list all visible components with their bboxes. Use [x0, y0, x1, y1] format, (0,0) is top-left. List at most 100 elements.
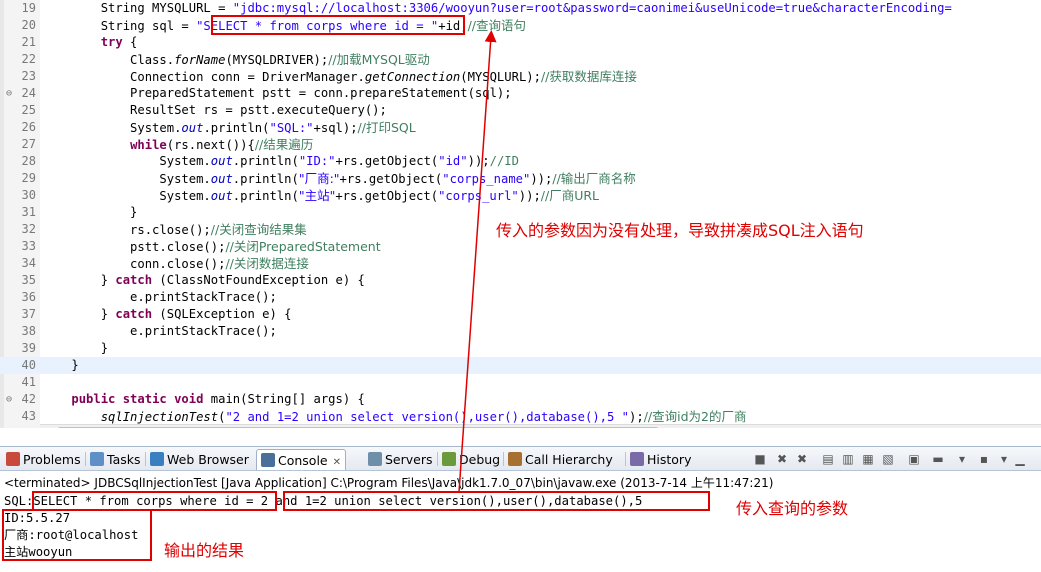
- code-token: e.printStackTrace();: [42, 324, 277, 338]
- line-number: 43: [21, 409, 36, 423]
- code-line[interactable]: 26 System.out.println("SQL:"+sql);//打印SQ…: [0, 119, 1041, 136]
- new-console-icon[interactable]: ▪: [976, 451, 992, 467]
- code-line[interactable]: 34 conn.close();//关闭数据连接: [0, 255, 1041, 272]
- code-line[interactable]: 30 System.out.println("主站"+rs.getObject(…: [0, 187, 1041, 204]
- remove-all-icon[interactable]: ✖: [794, 451, 810, 467]
- sql-string-highlight: [211, 15, 465, 35]
- globe-icon: [150, 452, 164, 466]
- scroll-left-icon[interactable]: ◀: [42, 426, 56, 428]
- history-icon: [630, 452, 644, 466]
- code-line[interactable]: 22 Class.forName(MYSQLDRIVER);//加载MYSQL驱…: [0, 51, 1041, 68]
- code-line[interactable]: 28 System.out.println("ID:"+rs.getObject…: [0, 153, 1041, 170]
- tab-tasks[interactable]: Tasks: [88, 449, 143, 470]
- code-line[interactable]: ⊖ 24 PreparedStatement pstt = conn.prepar…: [0, 85, 1041, 102]
- code-token: }: [42, 307, 116, 321]
- scroll-right-icon[interactable]: ▶: [1025, 426, 1039, 428]
- code-token: catch: [115, 307, 153, 321]
- code-text: } catch (SQLException e) {: [42, 306, 292, 323]
- open-console-icon[interactable]: ▾: [954, 451, 970, 467]
- code-token: (rs.next()){: [166, 138, 255, 152]
- close-tab-icon[interactable]: ✕: [333, 457, 341, 468]
- code-line[interactable]: 40 }: [0, 357, 1041, 374]
- code-token: pstt.close();: [42, 240, 226, 254]
- line-number: 32: [21, 222, 36, 236]
- code-line[interactable]: 43 sqlInjectionTest("2 and 1=2 union sel…: [0, 408, 1041, 425]
- tab-console[interactable]: Console ✕: [256, 449, 347, 470]
- tab-problems[interactable]: Problems: [4, 449, 83, 470]
- clear-console-icon[interactable]: ▤: [820, 451, 836, 467]
- pin-console-icon[interactable]: ▣: [906, 451, 922, 467]
- tab-history[interactable]: History: [628, 449, 693, 470]
- code-token: "ID:": [298, 154, 336, 168]
- minimize-icon[interactable]: ▁: [1012, 451, 1028, 467]
- call-hierarchy-icon: [508, 452, 522, 466]
- code-text: public static void main(String[] args) {: [42, 391, 365, 408]
- view-menu-icon[interactable]: ▾: [996, 451, 1012, 467]
- tab-label: History: [647, 452, 692, 467]
- code-editor[interactable]: 19 String MYSQLURL = "jdbc:mysql://local…: [0, 0, 1041, 428]
- code-text: while(rs.next()){//结果遍历: [42, 136, 313, 154]
- display-console-icon[interactable]: ▬: [930, 451, 946, 467]
- code-line[interactable]: 20 String sql = "SELECT * from corps whe…: [0, 17, 1041, 34]
- remove-launch-icon[interactable]: ✖: [774, 451, 790, 467]
- code-line[interactable]: 35 } catch (ClassNotFoundException e) {: [0, 272, 1041, 289]
- line-number: 24: [21, 86, 36, 100]
- line-number: 27: [21, 137, 36, 151]
- code-line[interactable]: 23 Connection conn = DriverManager.getCo…: [0, 68, 1041, 85]
- code-line[interactable]: ⊖ 42 public static void main(String[] arg…: [0, 391, 1041, 408]
- code-token: //关闭数据连接: [225, 256, 309, 271]
- code-token: "2 and 1=2 union select version(),user()…: [225, 410, 630, 424]
- code-token: //查询语句: [467, 18, 527, 33]
- code-line[interactable]: 39 }: [0, 340, 1041, 357]
- code-token: System.: [42, 189, 211, 203]
- view-tab-bar: Problems Tasks Web Browser Console ✕ Servers D…: [0, 447, 1041, 471]
- code-token: "corps_url": [438, 189, 519, 203]
- code-line[interactable]: 19 String MYSQLURL = "jdbc:mysql://local…: [0, 0, 1041, 17]
- code-line[interactable]: 41: [0, 374, 1041, 391]
- tab-label: Debug: [459, 452, 501, 467]
- code-text: }: [42, 204, 137, 221]
- tab-debug[interactable]: Debug: [440, 449, 502, 470]
- code-token: e.printStackTrace();: [42, 290, 277, 304]
- show-on-output-icon[interactable]: ▦: [860, 451, 876, 467]
- code-token: System.: [42, 121, 182, 135]
- code-line[interactable]: 37 } catch (SQLException e) {: [0, 306, 1041, 323]
- code-token: rs.close();: [42, 223, 211, 237]
- line-number: 36: [21, 290, 36, 304]
- terminate-icon[interactable]: ■: [752, 451, 768, 467]
- code-token: //加载MYSQL驱动: [328, 52, 430, 67]
- code-text: System.out.println("ID:"+rs.getObject("i…: [42, 153, 519, 170]
- code-line[interactable]: 38 e.printStackTrace();: [0, 323, 1041, 340]
- code-token: try: [100, 35, 123, 49]
- word-wrap-icon[interactable]: ▧: [880, 451, 896, 467]
- scroll-lock-icon[interactable]: ▥: [840, 451, 856, 467]
- code-token: +sql);: [313, 121, 358, 135]
- tab-servers[interactable]: Servers: [366, 449, 435, 470]
- console-status: <terminated> JDBCSqlInjectionTest [Java …: [4, 476, 774, 490]
- code-token: "jdbc:mysql://localhost:3306/wooyun?user…: [232, 1, 952, 15]
- code-line[interactable]: 27 while(rs.next()){//结果遍历: [0, 136, 1041, 153]
- code-token: (MYSQLURL);: [460, 70, 541, 84]
- code-line[interactable]: 36 e.printStackTrace();: [0, 289, 1041, 306]
- code-text: rs.close();//关闭查询结果集: [42, 221, 307, 239]
- code-token: }: [42, 358, 79, 372]
- line-number: 30: [21, 188, 36, 202]
- line-number: 39: [21, 341, 36, 355]
- code-text: PreparedStatement pstt = conn.prepareSta…: [42, 85, 512, 102]
- line-number: 19: [21, 1, 36, 15]
- code-token: while: [130, 138, 167, 152]
- code-token: Class.: [42, 53, 175, 67]
- code-line[interactable]: 21 try {: [0, 34, 1041, 51]
- code-text: }: [42, 357, 79, 374]
- tab-web-browser[interactable]: Web Browser: [148, 449, 251, 470]
- line-number: 34: [21, 256, 36, 270]
- tab-separator: [503, 452, 504, 466]
- code-line[interactable]: 25 ResultSet rs = pstt.executeQuery();: [0, 102, 1041, 119]
- tab-call-hierarchy[interactable]: Call Hierarchy: [506, 449, 615, 470]
- code-line[interactable]: 29 System.out.println("厂商:"+rs.getObject…: [0, 170, 1041, 187]
- horizontal-scrollbar[interactable]: ◀ ▶: [40, 424, 1041, 428]
- code-token: +rs.getObject(: [339, 172, 443, 186]
- tab-label: Problems: [23, 452, 81, 467]
- scrollbar-thumb[interactable]: [58, 427, 658, 428]
